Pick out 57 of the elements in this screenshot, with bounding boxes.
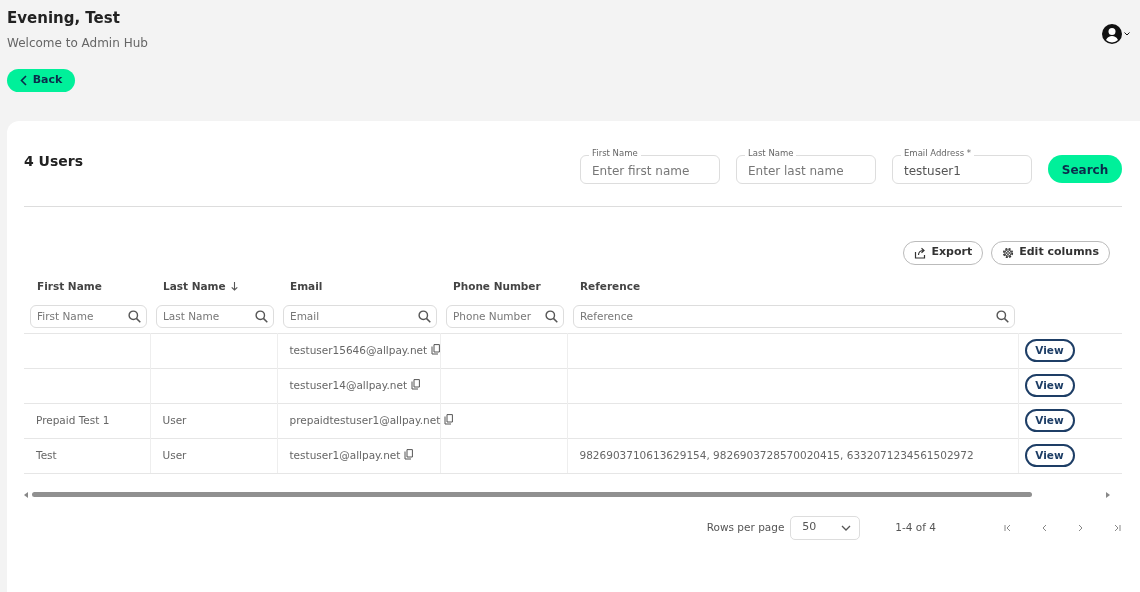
- search-button[interactable]: Search: [1048, 155, 1122, 183]
- column-header[interactable]: Email: [290, 278, 323, 295]
- table-cell: testuser14@allpay.net: [289, 378, 408, 391]
- caret-icon: [1124, 32, 1130, 36]
- filter-field[interactable]: Last Name: [156, 304, 274, 328]
- column-header[interactable]: Reference: [580, 278, 641, 295]
- field-label: Email Address *: [901, 148, 975, 157]
- view-button[interactable]: View: [1024, 444, 1075, 467]
- filter-field[interactable]: Phone Number: [446, 304, 564, 328]
- page-range: 1-4 of 4: [895, 519, 936, 535]
- rows-per-page-select[interactable]: 50: [790, 515, 861, 540]
- rows-per-page-label: Rows per page: [706, 519, 785, 535]
- field-label: Last Name: [745, 148, 797, 157]
- search-icon: [545, 309, 558, 323]
- view-button[interactable]: View: [1024, 339, 1075, 362]
- search-icon: [128, 309, 141, 323]
- export-button[interactable]: Export: [903, 240, 984, 265]
- table-cell: testuser15646@allpay.net: [289, 343, 428, 356]
- table-cell: User: [162, 448, 187, 461]
- table-cell: Test: [36, 448, 57, 461]
- column-header[interactable]: First Name: [37, 278, 102, 295]
- first-icon: [1003, 523, 1013, 532]
- table-cell: User: [162, 413, 187, 426]
- greeting-title: Evening, Test: [7, 8, 121, 29]
- scroll-right-icon[interactable]: [1106, 491, 1110, 498]
- table-cell: testuser1@allpay.net: [289, 448, 401, 461]
- search-icon: [255, 309, 268, 323]
- sort-arrow-icon[interactable]: [230, 282, 238, 291]
- table-cell: prepaidtestuser1@allpay.net: [289, 413, 441, 426]
- copy-icon[interactable]: [444, 413, 454, 425]
- gear-icon: [1002, 246, 1015, 259]
- copy-icon[interactable]: [431, 343, 441, 355]
- chevron-left-icon: [19, 74, 27, 86]
- scroll-left-icon[interactable]: [24, 491, 28, 498]
- table-cell: 9826903710613629154, 9826903728570020415, 6332071234561502972: [579, 448, 974, 461]
- column-header[interactable]: Last Name: [163, 278, 238, 295]
- filter-field[interactable]: First Name: [30, 304, 147, 328]
- scrollbar-thumb[interactable]: [32, 492, 1032, 497]
- filter-field[interactable]: Email: [283, 304, 437, 328]
- back-button[interactable]: Back: [7, 68, 75, 92]
- welcome-subtitle: Welcome to Admin Hub: [7, 34, 148, 52]
- view-button[interactable]: View: [1024, 409, 1075, 432]
- export-icon: [914, 246, 927, 259]
- copy-icon[interactable]: [404, 448, 414, 460]
- account-menu-button[interactable]: [1102, 24, 1130, 44]
- copy-icon[interactable]: [411, 378, 421, 390]
- column-header[interactable]: Phone Number: [453, 278, 541, 295]
- view-button[interactable]: View: [1024, 374, 1075, 397]
- filter-field[interactable]: Reference: [573, 304, 1015, 328]
- search-icon: [996, 309, 1009, 323]
- columns-button[interactable]: Edit columns: [991, 240, 1110, 265]
- chevron-down-icon: [841, 524, 852, 531]
- table-cell: Prepaid Test 1: [36, 413, 110, 426]
- search-icon: [418, 309, 431, 323]
- field-label: First Name: [589, 148, 641, 157]
- user-icon: [1102, 24, 1122, 44]
- user-count-title: 4 Users: [24, 151, 84, 171]
